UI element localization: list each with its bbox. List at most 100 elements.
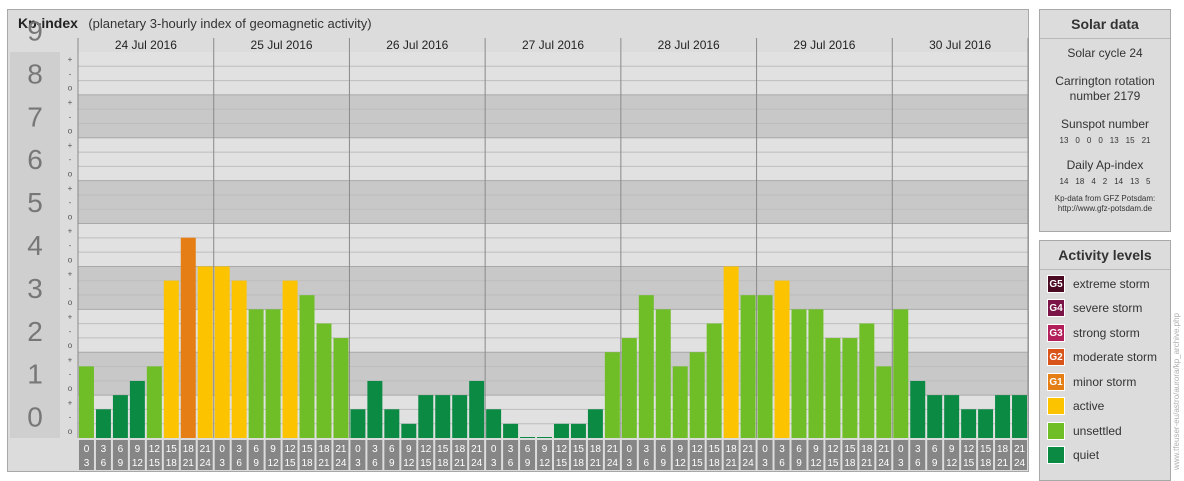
interval-end-label: 21: [726, 458, 738, 469]
interval-start-label: 21: [1014, 444, 1026, 455]
ap-index-values: 14 18 4 2 14 13 5: [1040, 177, 1170, 186]
kp-bar: [944, 395, 960, 438]
kp-bar: [231, 280, 247, 438]
kp-bar: [79, 366, 94, 438]
interval-start-label: 0: [355, 444, 361, 455]
kp-bar: [452, 395, 468, 438]
credit-line2[interactable]: http://www.gfz-potsdam.de: [1040, 204, 1170, 214]
sunspot-value: 0: [1075, 136, 1080, 145]
interval-start-label: 15: [844, 444, 856, 455]
kp-bar: [876, 366, 892, 438]
interval-start-label: 3: [915, 444, 921, 455]
kp-bar: [214, 266, 230, 438]
interval-end-label: 18: [573, 458, 585, 469]
kp-bar: [791, 309, 807, 438]
interval-start-label: 18: [183, 444, 195, 455]
interval-start-label: 3: [236, 444, 242, 455]
legend-unsettled: unsettled: [1047, 421, 1122, 441]
legend-label: unsettled: [1073, 424, 1122, 438]
kp-bar: [265, 309, 281, 438]
kp-bar: [282, 280, 298, 438]
interval-start-label: 12: [284, 444, 296, 455]
interval-end-label: 21: [318, 458, 330, 469]
kp-bar: [163, 280, 179, 438]
sub-tick-label: +: [68, 312, 73, 321]
interval-end-label: 24: [471, 458, 483, 469]
interval-end-label: 12: [403, 458, 415, 469]
interval-start-label: 9: [542, 444, 548, 455]
interval-start-label: 3: [101, 444, 107, 455]
kp-bar: [655, 309, 671, 438]
sunspot-value: 0: [1098, 136, 1103, 145]
day-label: 27 Jul 2016: [522, 38, 584, 52]
interval-start-label: 9: [677, 444, 683, 455]
kp-bar: [180, 237, 196, 438]
kp-bar: [706, 323, 722, 438]
kp-bar: [520, 437, 536, 438]
interval-start-label: 15: [980, 444, 992, 455]
legend-swatch: G2: [1047, 348, 1065, 366]
interval-start-label: 15: [166, 444, 178, 455]
interval-start-label: 18: [861, 444, 873, 455]
interval-end-label: 24: [200, 458, 212, 469]
interval-start-label: 6: [932, 444, 938, 455]
interval-start-label: 0: [84, 444, 90, 455]
sunspot-values: 13 0 0 0 13 15 21: [1040, 136, 1170, 145]
day-label: 25 Jul 2016: [251, 38, 313, 52]
sub-tick-label: o: [68, 341, 73, 350]
interval-end-label: 21: [590, 458, 602, 469]
interval-start-label: 0: [762, 444, 768, 455]
interval-start-label: 21: [200, 444, 212, 455]
sub-tick-label: o: [68, 427, 73, 436]
legend-swatch: G1: [1047, 373, 1065, 391]
sub-tick-label: +: [68, 227, 73, 236]
source-watermark: www.tfeuser-eu/astro/aurora/kp_archive.p…: [1172, 313, 1181, 470]
interval-start-label: 3: [508, 444, 514, 455]
interval-end-label: 3: [355, 458, 361, 469]
kp-band: [78, 137, 1028, 181]
interval-end-label: 18: [301, 458, 313, 469]
legend-moderate-storm: G2 moderate storm: [1047, 347, 1157, 367]
y-tick-label: 4: [27, 230, 43, 261]
interval-end-label: 18: [980, 458, 992, 469]
kp-bar: [146, 366, 162, 438]
interval-end-label: 24: [335, 458, 347, 469]
interval-end-label: 6: [915, 458, 921, 469]
sunspot-value: 0: [1086, 136, 1092, 145]
sub-tick-label: -: [69, 155, 72, 164]
interval-start-label: 21: [335, 444, 347, 455]
interval-start-label: 3: [372, 444, 378, 455]
interval-end-label: 9: [660, 458, 666, 469]
interval-end-label: 21: [997, 458, 1009, 469]
kp-bar: [316, 323, 332, 438]
kp-bar: [469, 380, 485, 438]
kp-bar: [350, 409, 366, 438]
interval-end-label: 6: [779, 458, 785, 469]
day-label: 24 Jul 2016: [115, 38, 177, 52]
interval-end-label: 15: [284, 458, 296, 469]
kp-bar: [197, 266, 213, 438]
kp-bar: [672, 366, 688, 438]
ap-value: 18: [1075, 177, 1085, 186]
sub-tick-label: -: [69, 198, 72, 207]
sub-tick-label: -: [69, 69, 72, 78]
interval-start-label: 18: [318, 444, 330, 455]
interval-end-label: 15: [963, 458, 975, 469]
kp-bar: [978, 409, 994, 438]
sub-tick-label: +: [68, 398, 73, 407]
interval-end-label: 9: [932, 458, 938, 469]
legend-label: extreme storm: [1073, 277, 1150, 291]
interval-end-label: 21: [861, 458, 873, 469]
y-tick-label: 7: [27, 101, 43, 132]
interval-end-label: 3: [491, 458, 497, 469]
interval-start-label: 12: [692, 444, 704, 455]
interval-end-label: 24: [878, 458, 890, 469]
interval-start-label: 21: [743, 444, 755, 455]
interval-start-label: 21: [607, 444, 619, 455]
interval-start-label: 9: [270, 444, 276, 455]
sunspot-value: 15: [1125, 136, 1135, 145]
data-credit: Kp-data from GFZ Potsdam: http://www.gfz…: [1040, 194, 1170, 214]
kp-band: [78, 52, 1028, 95]
y-tick-label: 6: [27, 144, 43, 175]
interval-start-label: 0: [627, 444, 633, 455]
